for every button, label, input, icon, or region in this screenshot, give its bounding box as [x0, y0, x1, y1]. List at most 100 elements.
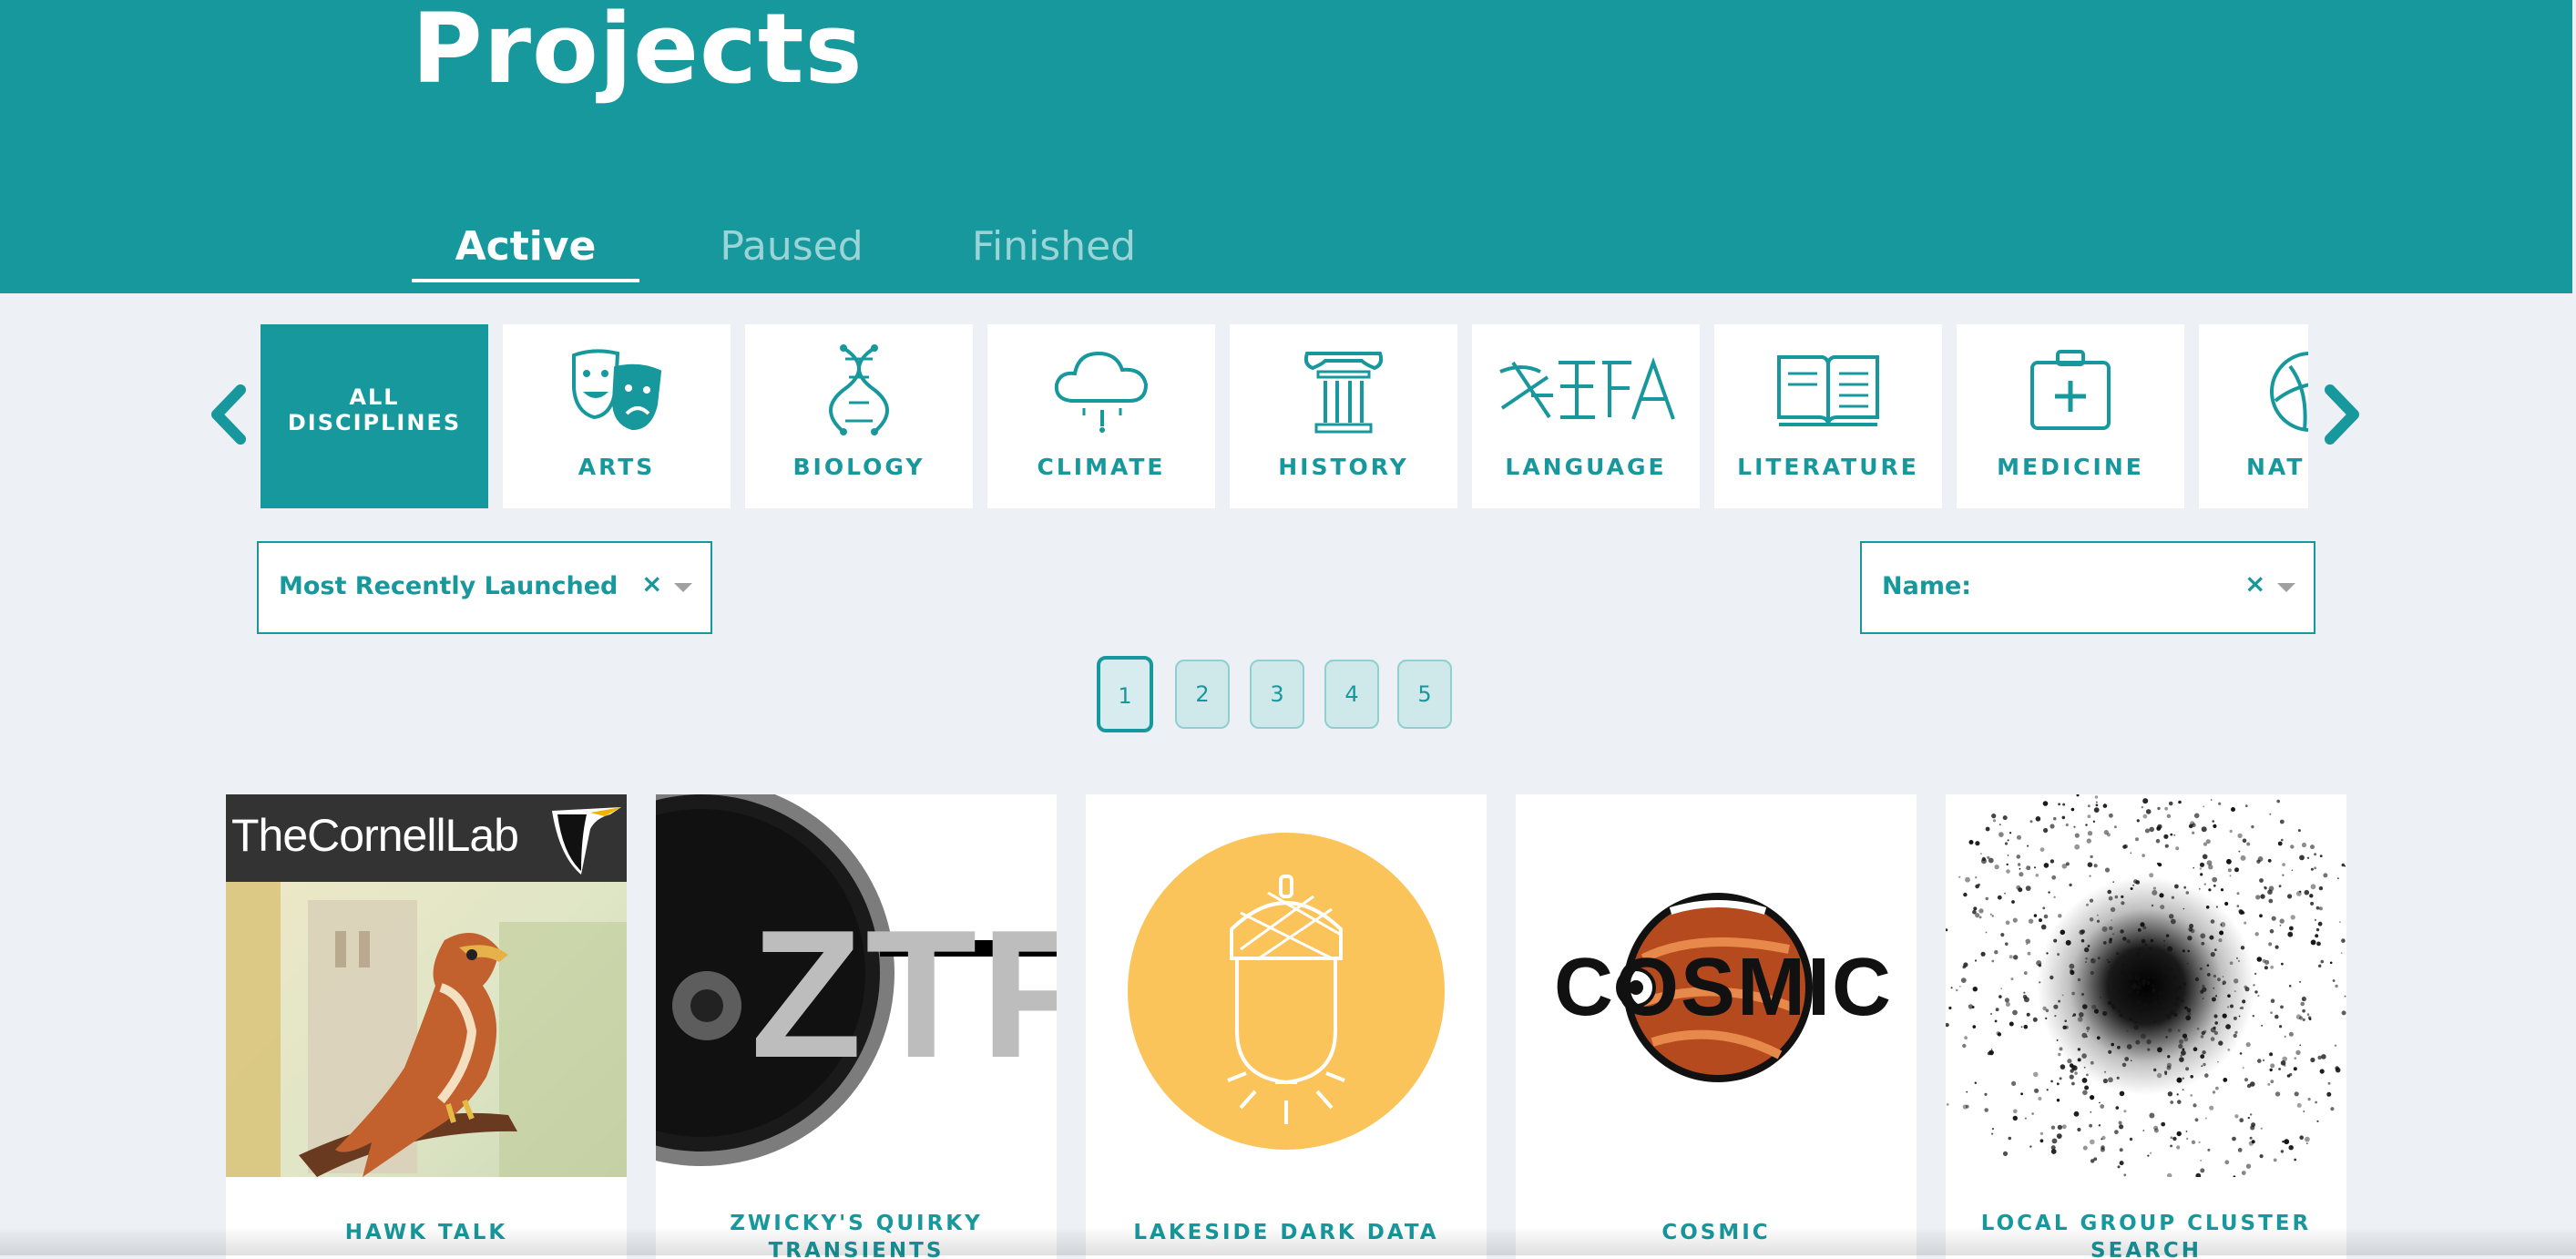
- star-dot: [2122, 937, 2127, 941]
- carousel-prev-button[interactable]: [206, 383, 251, 446]
- star-dot: [2119, 1090, 2125, 1097]
- star-dot: [2178, 800, 2182, 804]
- star-dot: [1968, 1004, 1974, 1009]
- discipline-literature[interactable]: LITERATURE: [1714, 324, 1942, 508]
- star-dot: [2121, 963, 2125, 967]
- star-dot: [2230, 1004, 2234, 1008]
- star-dot: [1972, 1025, 1977, 1029]
- star-dot: [2185, 1067, 2190, 1071]
- woodpecker-icon: [552, 807, 621, 875]
- star-dot: [2106, 833, 2111, 837]
- star-dot: [2150, 1152, 2152, 1154]
- star-dot: [2039, 847, 2045, 852]
- discipline-label: ALL: [349, 384, 400, 410]
- page-button-2[interactable]: 2: [1175, 660, 1230, 729]
- star-dot: [2114, 1130, 2119, 1135]
- star-dot: [1968, 840, 1974, 844]
- star-dot: [2109, 937, 2112, 941]
- star-dot: [2121, 1062, 2127, 1068]
- name-select[interactable]: Name: ×: [1860, 541, 2315, 634]
- project-card-lakeside-dark-data[interactable]: LAKESIDE DARK DATA: [1086, 794, 1487, 1259]
- active-tab-underline: [412, 279, 639, 282]
- star-dot: [2186, 1008, 2192, 1013]
- star-dot: [2196, 1027, 2200, 1030]
- star-dot: [2087, 1030, 2089, 1032]
- star-dot: [2060, 929, 2066, 936]
- clear-name-button[interactable]: ×: [2244, 568, 2265, 599]
- star-dot: [2341, 938, 2346, 943]
- project-image: COSMIC: [1516, 794, 1917, 1177]
- clear-sort-button[interactable]: ×: [641, 568, 662, 599]
- star-dot: [2270, 1063, 2275, 1069]
- discipline-history[interactable]: HISTORY: [1230, 324, 1457, 508]
- project-card-hawk-talk[interactable]: TheCornellLab HAWK TALK: [226, 794, 627, 1259]
- star-dot: [2038, 1096, 2042, 1101]
- star-dot: [2214, 995, 2218, 998]
- star-dot: [2236, 957, 2238, 959]
- star-dot: [2314, 918, 2316, 921]
- star-dot: [2074, 1071, 2078, 1075]
- star-dot: [2093, 1008, 2100, 1014]
- star-dot: [2081, 1078, 2088, 1083]
- chevron-down-icon[interactable]: [674, 583, 692, 592]
- star-dot: [2081, 1053, 2087, 1059]
- discipline-arts[interactable]: ARTS: [503, 324, 731, 508]
- project-card-cosmic[interactable]: COSMIC COSMIC: [1516, 794, 1917, 1259]
- star-dot: [2254, 990, 2258, 994]
- star-dot: [2181, 1049, 2186, 1056]
- discipline-nature[interactable]: NAT: [2199, 324, 2308, 508]
- star-dot: [2222, 1013, 2227, 1018]
- star-dot: [2274, 945, 2279, 949]
- discipline-medicine[interactable]: MEDICINE: [1957, 324, 2184, 508]
- star-dot: [2299, 1044, 2301, 1047]
- page-button-4[interactable]: 4: [1324, 660, 1379, 729]
- page-button-1[interactable]: 1: [1097, 656, 1153, 732]
- star-dot: [1998, 995, 2002, 998]
- carousel-next-button[interactable]: [2319, 383, 2365, 446]
- tab-active[interactable]: Active: [412, 215, 639, 279]
- star-dot: [2203, 1062, 2206, 1067]
- star-dot: [2217, 978, 2221, 982]
- discipline-all[interactable]: ALL DISCIPLINES: [261, 324, 488, 508]
- star-dot: [2246, 1083, 2252, 1089]
- star-dot: [2149, 1112, 2155, 1119]
- page-button-3[interactable]: 3: [1250, 660, 1304, 729]
- star-dot: [2061, 815, 2066, 820]
- star-dot: [2310, 901, 2315, 906]
- star-dot: [1966, 1090, 1968, 1093]
- star-dot: [2229, 875, 2232, 877]
- sort-select[interactable]: Most Recently Launched ×: [257, 541, 712, 634]
- star-dot: [2043, 827, 2049, 834]
- tab-finished[interactable]: Finished: [922, 215, 1186, 279]
- star-dot: [2043, 914, 2049, 919]
- star-dot: [2187, 936, 2193, 941]
- star-dot: [2115, 1106, 2120, 1110]
- project-card-local-group-cluster-search[interactable]: LOCAL GROUP CLUSTER SEARCH: [1946, 794, 2346, 1259]
- star-dot: [2203, 883, 2206, 885]
- star-dot: [2079, 1012, 2084, 1018]
- star-dot: [1998, 832, 2004, 837]
- star-dot: [2210, 799, 2213, 801]
- star-dot: [2118, 1009, 2121, 1013]
- star-dot: [2094, 795, 2099, 799]
- star-dot: [2175, 996, 2181, 1002]
- star-dot: [2126, 939, 2131, 944]
- star-dot: [2215, 906, 2218, 908]
- chevron-down-icon[interactable]: [2277, 583, 2295, 592]
- discipline-biology[interactable]: BIOLOGY: [745, 324, 973, 508]
- star-dot: [2152, 1019, 2157, 1023]
- star-dot: [2295, 1049, 2301, 1056]
- discipline-language[interactable]: LANGUAGE: [1472, 324, 1700, 508]
- acorn-icon: [1086, 794, 1487, 1177]
- globe-icon: [2270, 352, 2308, 432]
- star-dot: [2213, 948, 2217, 951]
- project-card-zwicky[interactable]: ZTF ZWICKY'S QUIRKY TRANSIENTS: [656, 794, 1057, 1259]
- star-dot: [1985, 826, 1990, 832]
- star-dot: [2254, 972, 2257, 976]
- star-dot: [2097, 957, 2101, 960]
- discipline-climate[interactable]: CLIMATE: [987, 324, 1215, 508]
- page-button-5[interactable]: 5: [1397, 660, 1452, 729]
- star-dot: [2164, 844, 2169, 848]
- star-dot: [2234, 867, 2239, 873]
- tab-paused[interactable]: Paused: [678, 215, 905, 279]
